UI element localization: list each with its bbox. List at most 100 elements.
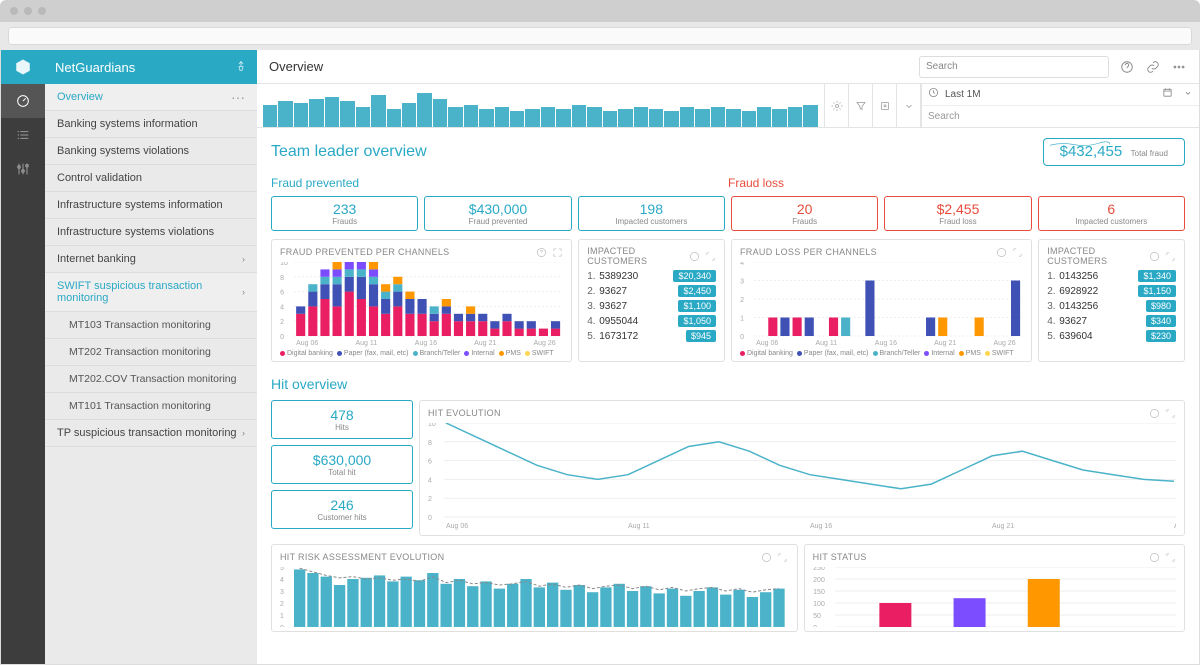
- help-icon[interactable]: [995, 246, 1007, 258]
- panel-title: HIT EVOLUTION: [428, 408, 1144, 418]
- sidebar-item[interactable]: TP suspicious transaction monitoring›: [45, 420, 257, 447]
- svg-text:8: 8: [280, 275, 284, 282]
- hit-status-panel: HIT STATUS 050100150200250: [804, 544, 1185, 632]
- customer-row[interactable]: 1.5389230$20,340: [587, 270, 716, 282]
- expand-icon[interactable]: [1164, 407, 1176, 419]
- hit-evolution-panel: HIT EVOLUTION 0246810Aug 06Aug 11Aug 16A…: [419, 400, 1185, 536]
- customer-row[interactable]: 2.6928922$1,150: [1047, 285, 1176, 297]
- customer-row[interactable]: 3.93627$1,100: [587, 300, 716, 312]
- chevron-down-icon[interactable]: [1183, 88, 1193, 101]
- svg-text:50: 50: [813, 613, 821, 620]
- svg-text:200: 200: [813, 577, 825, 584]
- search-input[interactable]: Search: [919, 56, 1109, 78]
- svg-text:4: 4: [428, 477, 432, 484]
- customer-row[interactable]: 4.0955044$1,050: [587, 315, 716, 327]
- sidebar-item[interactable]: Infrastructure systems information: [45, 192, 257, 219]
- svg-text:Aug 11: Aug 11: [355, 340, 377, 347]
- panel-title: IMPACTED CUSTOMERS: [587, 246, 684, 266]
- hit-stat-card: $630,000Total hit: [271, 445, 413, 484]
- stat-card: 20Frauds: [731, 196, 878, 231]
- stat-card: 6Impacted customers: [1038, 196, 1185, 231]
- svg-text:Aug 11: Aug 11: [628, 523, 650, 530]
- fraud-loss-channels-panel: FRAUD LOSS PER CHANNELS 01234Aug 06Aug 1…: [731, 239, 1032, 362]
- sidebar-subitem[interactable]: MT202 Transaction monitoring: [45, 339, 257, 366]
- gear-icon[interactable]: [825, 84, 849, 127]
- stat-card: $430,000Fraud prevented: [424, 196, 571, 231]
- customer-row[interactable]: 5.639604$230: [1047, 330, 1176, 342]
- help-icon[interactable]: [1119, 59, 1135, 75]
- calendar-icon[interactable]: [1162, 87, 1173, 101]
- expand-icon[interactable]: [551, 246, 563, 258]
- expand-icon[interactable]: [1164, 551, 1176, 563]
- help-icon[interactable]: [1148, 407, 1160, 419]
- sidebar-subitem[interactable]: MT103 Transaction monitoring: [45, 312, 257, 339]
- timeline-row: Last 1M Search: [257, 84, 1199, 128]
- expand-icon[interactable]: [1164, 250, 1176, 262]
- svg-text:6: 6: [280, 290, 284, 297]
- total-fraud-label: Total fraud: [1131, 149, 1168, 158]
- chevron-down-icon[interactable]: [897, 84, 921, 127]
- more-icon[interactable]: [1171, 59, 1187, 75]
- help-icon[interactable]: [761, 551, 773, 563]
- sidebar-item[interactable]: Control validation: [45, 165, 257, 192]
- sidebar-item[interactable]: Infrastructure systems violations: [45, 219, 257, 246]
- svg-text:10: 10: [280, 262, 288, 267]
- browser-titlebar: [0, 0, 1200, 22]
- sidebar-item[interactable]: SWIFT suspicious transaction monitoring›: [45, 273, 257, 312]
- clock-icon: [928, 87, 939, 101]
- svg-text:Aug 11: Aug 11: [815, 340, 837, 347]
- svg-text:Aug 06: Aug 06: [446, 523, 468, 530]
- help-icon[interactable]: [1148, 551, 1160, 563]
- expand-icon[interactable]: [1011, 246, 1023, 258]
- filter-icon[interactable]: [849, 84, 873, 127]
- svg-text:Aug 06: Aug 06: [296, 340, 318, 347]
- svg-text:2: 2: [428, 496, 432, 503]
- nav-dashboard-icon[interactable]: [1, 84, 45, 118]
- help-icon[interactable]: [535, 246, 547, 258]
- content-scroll[interactable]: Team leader overview $432,455 Total frau…: [257, 128, 1199, 664]
- url-input[interactable]: [8, 27, 1192, 45]
- window-dot: [10, 7, 18, 15]
- date-search-input[interactable]: Search: [922, 106, 1199, 127]
- topbar: Overview Search: [257, 50, 1199, 84]
- window-dot: [24, 7, 32, 15]
- customer-row[interactable]: 5.1673172$945: [587, 330, 716, 342]
- nav-tasks-icon[interactable]: [1, 118, 45, 152]
- svg-text:4: 4: [740, 262, 744, 267]
- panel-title: FRAUD PREVENTED PER CHANNELS: [280, 247, 531, 257]
- help-icon[interactable]: [1148, 250, 1160, 262]
- svg-text:8: 8: [428, 440, 432, 447]
- customer-row[interactable]: 3.0143256$980: [1047, 300, 1176, 312]
- sidebar-item[interactable]: Internet banking›: [45, 246, 257, 273]
- fraud-loss-heading: Fraud loss: [728, 176, 1185, 190]
- export-icon[interactable]: [873, 84, 897, 127]
- svg-text:0: 0: [280, 334, 284, 341]
- svg-text:100: 100: [813, 601, 825, 608]
- sidebar-item[interactable]: Overview···: [45, 84, 257, 111]
- svg-text:Aug 06: Aug 06: [756, 340, 778, 347]
- expand-icon[interactable]: [777, 551, 789, 563]
- svg-text:Aug 21: Aug 21: [474, 340, 496, 347]
- svg-text:3: 3: [280, 589, 284, 596]
- svg-text:Aug 26: Aug 26: [1174, 523, 1176, 530]
- sidebar-subitem[interactable]: MT101 Transaction monitoring: [45, 393, 257, 420]
- nav-settings-icon[interactable]: [1, 152, 45, 186]
- expand-icon[interactable]: [704, 250, 716, 262]
- help-icon[interactable]: [688, 250, 700, 262]
- svg-text:250: 250: [813, 567, 825, 572]
- customer-row[interactable]: 2.93627$2,450: [587, 285, 716, 297]
- section-title: Team leader overview: [271, 143, 427, 161]
- date-range-label[interactable]: Last 1M: [945, 89, 981, 100]
- link-icon[interactable]: [1145, 59, 1161, 75]
- svg-text:3: 3: [740, 279, 744, 286]
- sidebar-subitem[interactable]: MT202.COV Transaction monitoring: [45, 366, 257, 393]
- sidebar-item[interactable]: Banking systems violations: [45, 138, 257, 165]
- svg-text:Aug 26: Aug 26: [533, 340, 555, 347]
- brand-icon: [1, 50, 45, 84]
- sidebar-item[interactable]: Banking systems information: [45, 111, 257, 138]
- pin-icon[interactable]: [235, 60, 247, 75]
- timeline-chart[interactable]: [257, 84, 824, 127]
- customer-row[interactable]: 4.93627$340: [1047, 315, 1176, 327]
- customer-row[interactable]: 1.0143256$1,340: [1047, 270, 1176, 282]
- total-fraud-card: $432,455 Total fraud: [1043, 138, 1185, 166]
